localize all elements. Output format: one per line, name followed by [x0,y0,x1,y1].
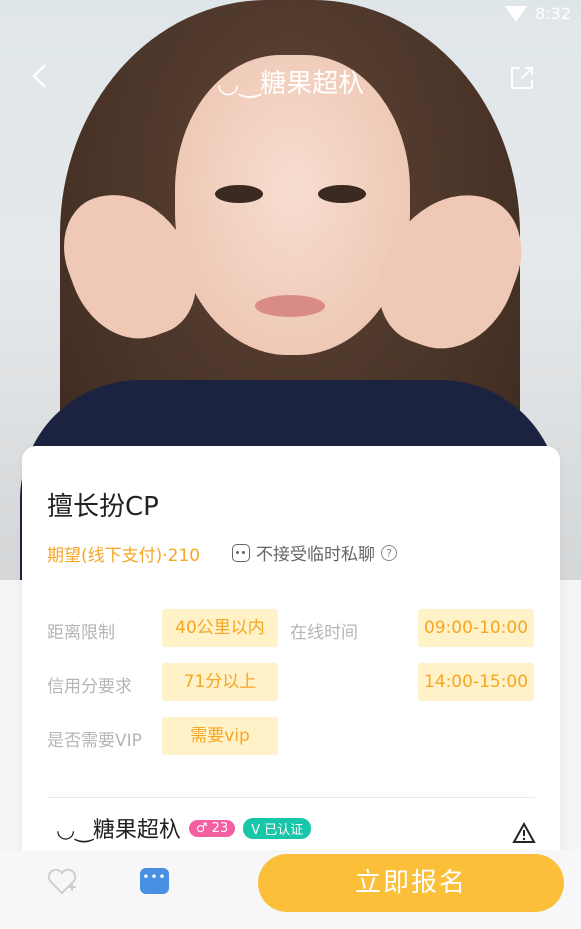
share-icon [511,67,533,89]
credit-label: 信用分要求 [47,677,132,697]
question-icon[interactable]: ? [381,544,397,561]
no-chat-info: 不接受临时私聊 ? [232,540,397,565]
gender-age-badge: ♂ 23 [188,819,236,837]
eye-right [318,185,366,203]
share-button[interactable] [509,65,535,91]
distance-tag: 40公里以内 [162,609,278,647]
online-time-tag-1: 09:00-10:00 [418,609,534,647]
heart-plus-icon [47,868,77,895]
distance-label: 距离限制 [47,623,115,643]
online-time-tag-2: 14:00-15:00 [418,663,534,701]
report-button[interactable] [512,821,536,850]
favorite-button[interactable] [46,868,78,903]
credit-tag: 71分以上 [162,663,278,701]
verified-badge: V 已认证 [243,817,312,839]
status-bar: 8:32 [505,4,571,23]
vip-label: 是否需要VIP [47,731,142,751]
page-title: ◡‿糖果超杁 [216,69,365,99]
status-time: 8:32 [535,4,571,23]
user-name: ◡‿糖果超杁 [56,818,181,843]
signup-button[interactable]: 立即报名 [258,854,564,912]
vip-tag: 需要vip [162,717,278,755]
card-title: 擅长扮CP [47,492,159,522]
eye-left [215,185,263,203]
online-time-label: 在线时间 [290,623,358,643]
price-text: 期望(线下支付)·210 [47,546,201,566]
bottom-bar: 立即报名 [0,850,581,929]
user-row[interactable]: ◡‿糖果超杁 ♂ 23 V 已认证 [56,812,312,844]
top-bar: ◡‿糖果超杁 [0,55,581,105]
wifi-icon [505,5,528,22]
info-card: 擅长扮CP 期望(线下支付)·210 不接受临时私聊 ? 距离限制 40公里以内… [22,446,560,866]
warning-icon [512,821,536,843]
chat-icon [232,543,250,562]
mouth [255,295,325,317]
no-chat-text: 不接受临时私聊 [256,545,375,565]
divider [47,797,535,798]
message-button[interactable] [140,868,169,894]
